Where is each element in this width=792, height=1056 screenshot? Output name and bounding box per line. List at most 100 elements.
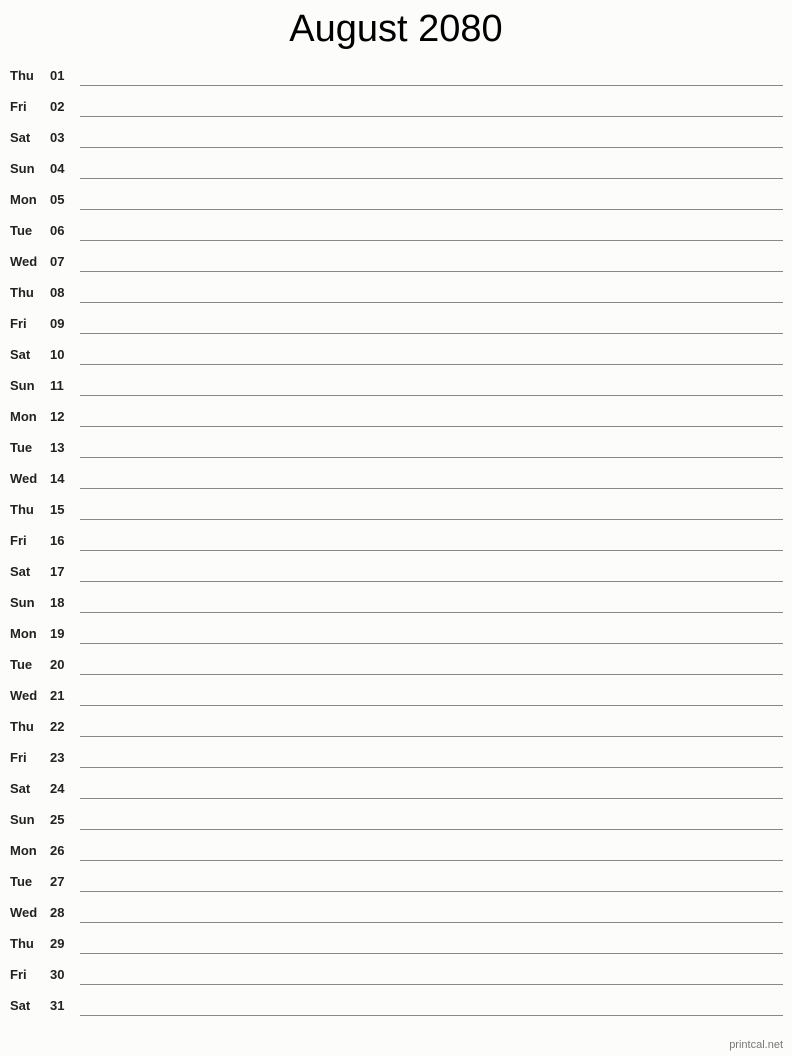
day-row: Fri 23 <box>0 742 792 773</box>
day-number: 23 <box>50 750 65 765</box>
writing-line[interactable] <box>80 488 783 489</box>
writing-line[interactable] <box>80 612 783 613</box>
day-number: 21 <box>50 688 65 703</box>
day-of-week: Tue <box>10 223 33 238</box>
page-title: August 2080 <box>289 8 503 50</box>
day-number: 26 <box>50 843 65 858</box>
day-number: 30 <box>50 967 65 982</box>
day-of-week: Fri <box>10 750 27 765</box>
day-number: 02 <box>50 99 65 114</box>
day-row: Sat 03 <box>0 122 792 153</box>
day-of-week: Sun <box>10 161 35 176</box>
day-row: Tue 27 <box>0 866 792 897</box>
writing-line[interactable] <box>80 767 783 768</box>
day-row: Wed 28 <box>0 897 792 928</box>
day-of-week: Thu <box>10 68 34 83</box>
writing-line[interactable] <box>80 705 783 706</box>
day-number: 22 <box>50 719 65 734</box>
writing-line[interactable] <box>80 116 783 117</box>
day-row: Mon 19 <box>0 618 792 649</box>
day-of-week: Sat <box>10 347 31 362</box>
writing-line[interactable] <box>80 736 783 737</box>
day-row: Thu 29 <box>0 928 792 959</box>
day-row: Sat 24 <box>0 773 792 804</box>
day-row: Mon 05 <box>0 184 792 215</box>
day-row: Sun 25 <box>0 804 792 835</box>
day-of-week: Wed <box>10 254 38 269</box>
writing-line[interactable] <box>80 364 783 365</box>
day-number: 25 <box>50 812 65 827</box>
day-number: 19 <box>50 626 65 641</box>
writing-line[interactable] <box>80 178 783 179</box>
writing-line[interactable] <box>80 240 783 241</box>
writing-line[interactable] <box>80 829 783 830</box>
day-of-week: Tue <box>10 874 33 889</box>
day-number: 14 <box>50 471 65 486</box>
day-number: 05 <box>50 192 65 207</box>
day-row: Wed 14 <box>0 463 792 494</box>
day-of-week: Thu <box>10 719 34 734</box>
writing-line[interactable] <box>80 426 783 427</box>
writing-line[interactable] <box>80 891 783 892</box>
writing-line[interactable] <box>80 457 783 458</box>
day-of-week: Sun <box>10 595 35 610</box>
day-row: Sun 11 <box>0 370 792 401</box>
day-number: 11 <box>50 378 64 393</box>
day-number: 18 <box>50 595 65 610</box>
day-row: Wed 21 <box>0 680 792 711</box>
day-number: 03 <box>50 130 65 145</box>
writing-line[interactable] <box>80 643 783 644</box>
day-number: 15 <box>50 502 65 517</box>
day-of-week: Tue <box>10 440 33 455</box>
day-number: 29 <box>50 936 65 951</box>
writing-line[interactable] <box>80 302 783 303</box>
day-number: 31 <box>50 998 65 1013</box>
day-row: Sat 10 <box>0 339 792 370</box>
day-of-week: Thu <box>10 285 34 300</box>
writing-line[interactable] <box>80 798 783 799</box>
day-number: 13 <box>50 440 65 455</box>
day-number: 06 <box>50 223 65 238</box>
writing-line[interactable] <box>80 581 783 582</box>
day-row: Sat 31 <box>0 990 792 1021</box>
day-of-week: Sat <box>10 564 31 579</box>
day-of-week: Wed <box>10 905 38 920</box>
day-of-week: Wed <box>10 688 38 703</box>
day-row: Thu 22 <box>0 711 792 742</box>
day-number: 17 <box>50 564 65 579</box>
day-of-week: Fri <box>10 533 27 548</box>
day-row: Thu 01 <box>0 60 792 91</box>
day-of-week: Sat <box>10 781 31 796</box>
day-number: 28 <box>50 905 65 920</box>
writing-line[interactable] <box>80 984 783 985</box>
day-row: Sun 18 <box>0 587 792 618</box>
day-row: Tue 20 <box>0 649 792 680</box>
day-of-week: Mon <box>10 626 37 641</box>
day-of-week: Sun <box>10 378 35 393</box>
day-row: Fri 02 <box>0 91 792 122</box>
day-of-week: Mon <box>10 192 37 207</box>
day-row: Tue 13 <box>0 432 792 463</box>
writing-line[interactable] <box>80 209 783 210</box>
day-number: 07 <box>50 254 65 269</box>
day-row: Thu 08 <box>0 277 792 308</box>
writing-line[interactable] <box>80 147 783 148</box>
writing-line[interactable] <box>80 550 783 551</box>
writing-line[interactable] <box>80 395 783 396</box>
day-row: Fri 30 <box>0 959 792 990</box>
writing-line[interactable] <box>80 674 783 675</box>
day-of-week: Sun <box>10 812 35 827</box>
writing-line[interactable] <box>80 922 783 923</box>
writing-line[interactable] <box>80 271 783 272</box>
writing-line[interactable] <box>80 860 783 861</box>
day-number: 24 <box>50 781 65 796</box>
writing-line[interactable] <box>80 85 783 86</box>
writing-line[interactable] <box>80 1015 783 1016</box>
day-row: Mon 26 <box>0 835 792 866</box>
writing-line[interactable] <box>80 953 783 954</box>
writing-line[interactable] <box>80 519 783 520</box>
day-of-week: Thu <box>10 502 34 517</box>
writing-line[interactable] <box>80 333 783 334</box>
day-of-week: Wed <box>10 471 38 486</box>
day-list: Thu 01 Fri 02 Sat 03 Sun 04 Mon 05 Tue 06 Wed 07 Thu 08… <box>0 60 792 1021</box>
